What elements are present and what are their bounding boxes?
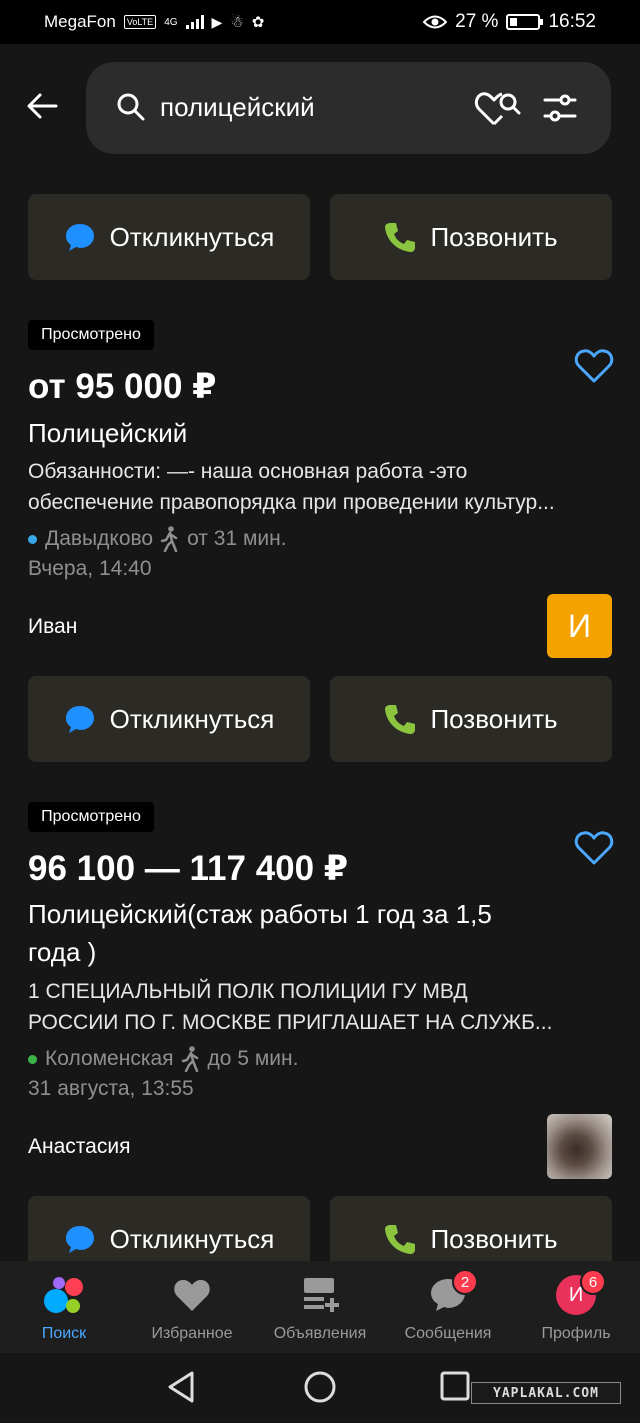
search-header: полицейский — [0, 44, 640, 168]
employer-name: Иван — [28, 615, 78, 638]
vacancy-description-line: 1 СПЕЦИАЛЬНЫЙ ПОЛК ПОЛИЦИИ ГУ МВД — [28, 980, 468, 1003]
favorite-heart-icon[interactable] — [574, 830, 614, 866]
metro-info: Коломенская до 5 мин. — [28, 1046, 298, 1072]
respond-label: Откликнуться — [109, 1223, 275, 1254]
metro-info: Давыдково от 31 мин. — [28, 526, 287, 552]
vacancy-description-line: Обязанности: —- наша основная работа -эт… — [28, 460, 468, 483]
chat-bubble-icon — [65, 1226, 94, 1253]
call-button[interactable]: Позвонить — [330, 194, 612, 280]
nav-messages[interactable]: 2 Сообщения — [384, 1261, 512, 1353]
favorite-heart-icon[interactable] — [574, 348, 614, 384]
walk-time: от 31 мин. — [187, 527, 287, 550]
employer-name: Анастасия — [28, 1135, 131, 1158]
metro-station: Коломенская — [45, 1047, 174, 1070]
bottom-navigation: Поиск Избранное Объявления 2 Сообщения И… — [0, 1261, 640, 1353]
nav-profile[interactable]: И 6 Профиль — [512, 1261, 640, 1353]
chat-bubble-icon — [65, 224, 94, 251]
vacancy-title-continued[interactable]: года ) — [28, 933, 568, 971]
watermark: YAPLAKAL.COM — [471, 1382, 621, 1404]
card-actions: Откликнуться Позвонить — [28, 194, 612, 280]
salary: 96 100 — 117 400 ₽ — [28, 849, 349, 888]
network-type: 4G — [164, 16, 178, 28]
search-icon — [117, 93, 145, 121]
walking-icon — [160, 526, 178, 552]
phone-icon — [385, 705, 416, 734]
call-label: Позвонить — [430, 221, 558, 252]
metro-line-dot — [28, 534, 37, 544]
viewed-badge: Просмотрено — [28, 320, 154, 350]
nav-ads[interactable]: Объявления — [256, 1261, 384, 1353]
nav-search[interactable]: Поиск — [0, 1261, 128, 1353]
system-back-icon[interactable] — [162, 1367, 202, 1407]
signal-icon — [185, 15, 204, 29]
respond-label: Откликнуться — [109, 221, 275, 252]
profile-count-badge: 6 — [580, 1269, 606, 1295]
nav-favorites-label: Избранное — [151, 1325, 233, 1342]
metro-line-dot — [28, 1054, 37, 1064]
eye-icon — [423, 15, 448, 29]
avatar[interactable] — [547, 1114, 612, 1179]
metro-station: Давыдково — [45, 527, 154, 550]
battery-icon — [506, 14, 544, 30]
nav-ads-label: Объявления — [273, 1325, 367, 1342]
filter-icon[interactable] — [542, 90, 578, 126]
back-arrow-icon — [27, 93, 58, 119]
respond-button[interactable]: Откликнуться — [28, 676, 310, 762]
system-recents-icon[interactable] — [436, 1367, 476, 1407]
save-search-icon[interactable] — [474, 88, 522, 128]
dots-icon: ✿ — [251, 14, 265, 31]
carrier-name: MegaFon — [44, 12, 116, 31]
app-notification-icon: ☃ — [230, 14, 244, 31]
vacancy-title[interactable]: Полицейский(стаж работы 1 год за 1,5 — [28, 895, 568, 933]
viewed-badge: Просмотрено — [28, 802, 154, 832]
vacancy-description-line: обеспечение правопорядка при проведении … — [28, 491, 555, 514]
avatar[interactable]: И — [547, 594, 612, 658]
nav-search-label: Поиск — [41, 1325, 87, 1342]
heart-icon — [174, 1279, 210, 1311]
clock: 16:52 — [548, 11, 596, 32]
volte-icon: VoLTE — [123, 15, 157, 29]
publish-date: Вчера, 14:40 — [28, 557, 152, 580]
call-label: Позвонить — [430, 1223, 558, 1254]
battery-percent: 27 % — [455, 11, 499, 32]
walking-icon — [181, 1046, 198, 1072]
respond-label: Откликнуться — [109, 703, 275, 734]
ads-list-icon — [304, 1278, 339, 1312]
call-label: Позвонить — [430, 703, 558, 734]
phone-icon — [385, 1225, 416, 1254]
publish-date: 31 августа, 13:55 — [28, 1077, 194, 1100]
nav-profile-label: Профиль — [541, 1325, 611, 1342]
nav-messages-label: Сообщения — [404, 1325, 492, 1342]
nav-favorites[interactable]: Избранное — [128, 1261, 256, 1353]
phone-icon — [385, 223, 416, 252]
status-bar: MegaFon VoLTE 4G ▶ ☃ ✿ 27 % 16:52 — [0, 0, 640, 44]
search-query[interactable]: полицейский — [160, 92, 315, 123]
salary: от 95 000 ₽ — [28, 367, 217, 406]
play-icon: ▶ — [211, 13, 223, 30]
vacancy-title[interactable]: Полицейский — [28, 414, 568, 452]
card-actions: Откликнуться Позвонить — [28, 676, 612, 762]
app-logo-icon — [44, 1277, 83, 1313]
messages-count-badge: 2 — [452, 1269, 478, 1295]
walk-time: до 5 мин. — [207, 1047, 299, 1070]
system-home-icon[interactable] — [300, 1367, 340, 1407]
vacancy-description-line: РОССИИ ПО Г. МОСКВЕ ПРИГЛАШАЕТ НА СЛУЖБ.… — [28, 1011, 553, 1034]
search-input[interactable]: полицейский — [86, 62, 611, 154]
respond-button[interactable]: Откликнуться — [28, 194, 310, 280]
chat-bubble-icon — [65, 706, 94, 733]
back-button[interactable] — [20, 84, 64, 128]
call-button[interactable]: Позвонить — [330, 676, 612, 762]
